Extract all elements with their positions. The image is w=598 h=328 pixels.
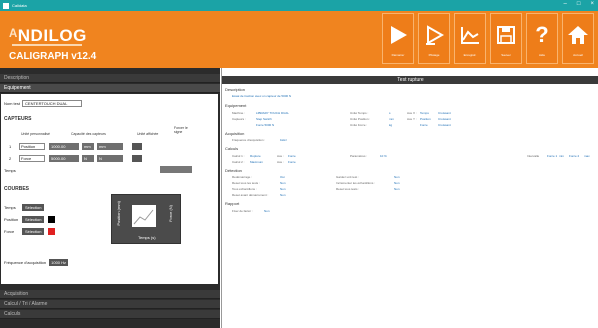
capacity-select[interactable]: 1000.00 (49, 142, 79, 150)
description-heading: Description (225, 87, 246, 92)
test-title: Test rupture (222, 76, 598, 84)
capteur-name-field[interactable]: Force (19, 154, 45, 162)
main-toolbar: Démarrer Pilotage Enregistr. Sauver ? Ai… (382, 13, 594, 64)
app-header: ᴬNDILOG CALIGRAPH v12.4 Démarrer Pilotag… (0, 11, 598, 68)
temps-label: Temps (4, 168, 16, 173)
section-calcul-tri[interactable]: Calcul / Tri / Alarme (0, 300, 220, 309)
brand-logo: ᴬNDILOG (9, 26, 87, 45)
start-button[interactable]: Démarrer (382, 13, 414, 64)
product-name: CALIGRAPH v12.4 (9, 51, 97, 62)
unit-select[interactable]: N (82, 154, 94, 162)
play-icon (386, 23, 410, 47)
help-button[interactable]: ? Aide (526, 13, 558, 64)
calculs-heading: Calculs (225, 146, 239, 151)
section-acquisition[interactable]: Acquisition (0, 290, 220, 299)
unit-shown-select[interactable]: N (97, 154, 123, 162)
save-icon (494, 23, 518, 47)
col-force-sign: Forcer le signe (174, 126, 188, 134)
window-controls: – □ × (564, 1, 594, 7)
select-button[interactable]: Sélection (22, 204, 45, 211)
select-button[interactable]: Sélection (22, 228, 45, 235)
help-icon: ? (535, 22, 549, 47)
maximize-button[interactable]: □ (577, 1, 581, 7)
pilot-button[interactable]: Pilotage (418, 13, 450, 64)
capteurs-title: CAPTEURS (4, 116, 32, 122)
col-unit-shown: Unité affichée (137, 132, 159, 136)
courbes-title: COURBES (4, 186, 30, 192)
section-equipement[interactable]: Equipement (0, 84, 220, 93)
acquisition-heading: Acquisition (225, 131, 245, 136)
section-description[interactable]: Description (0, 74, 220, 83)
capteur-name-field[interactable]: Position (19, 142, 45, 150)
rapport-heading: Rapport (225, 201, 240, 206)
force-sign-toggle[interactable] (132, 142, 142, 150)
temps-unit-box[interactable] (160, 166, 192, 173)
unit-select[interactable]: mm (82, 142, 94, 150)
courbe-row: Position Sélection (4, 216, 56, 223)
equipement-panel: Nom test CENTERTOUCH DUAL CAPTEURS Unité… (1, 94, 218, 284)
test-name-row: Nom test CENTERTOUCH DUAL (4, 100, 83, 107)
brand-tagline (12, 44, 82, 46)
step-play-icon (422, 23, 446, 47)
chart-icon (458, 23, 482, 47)
section-calculs[interactable]: Calculs (0, 310, 220, 319)
detection-heading: Détection (225, 168, 242, 173)
close-button[interactable]: × (590, 1, 594, 7)
record-button[interactable]: Enregistr. (454, 13, 486, 64)
color-swatch[interactable] (48, 216, 56, 223)
select-button[interactable]: Sélection (22, 216, 45, 223)
preview-plot (132, 205, 156, 227)
color-swatch[interactable] (48, 228, 56, 235)
rapport-text: Fixer de factor : (232, 209, 253, 213)
right-panel: Test rupture Description Essai de tracti… (221, 68, 598, 328)
minimize-button[interactable]: – (564, 1, 567, 7)
window-titlebar: Calidata – □ × (0, 0, 598, 11)
col-capacity: Capacité des capteurs (71, 132, 106, 136)
equipement-heading: Equipement (225, 103, 247, 108)
preview-right-label: Force (N) (168, 205, 173, 222)
capacity-select[interactable]: 5000.00 (49, 154, 79, 162)
freq-row: Fréquence d'acquisition 1000 Hz (4, 259, 69, 266)
acquisition-text: Fréquence d'acquisition : (232, 138, 266, 142)
rapport-value: Non (264, 209, 270, 213)
capteur-row: 2 Force 5000.00 N N (9, 154, 142, 162)
acquisition-value: 1kHz (280, 138, 287, 142)
force-sign-toggle[interactable] (132, 154, 142, 162)
left-panel: Description Equipement Nom test CENTERTO… (0, 68, 220, 328)
home-icon (566, 23, 590, 47)
preview-bottom-label: Temps (s) (138, 235, 156, 240)
preview-left-label: Position (mm) (116, 201, 121, 226)
courbe-row: Force Sélection (4, 228, 56, 235)
freq-label: Fréquence d'acquisition (4, 260, 47, 265)
save-button[interactable]: Sauver (490, 13, 522, 64)
capteur-row: 1 Position 1000.00 mm mm (9, 142, 142, 150)
test-name-input[interactable]: CENTERTOUCH DUAL (22, 100, 83, 107)
col-unit-custom: Unité personnalisé (21, 132, 50, 136)
description-text: Essai de traction avec un capteur de 500… (232, 94, 292, 98)
app-icon (3, 2, 9, 9)
unit-shown-select[interactable]: mm (97, 142, 123, 150)
curve-preview: Position (mm) Force (N) Temps (s) (111, 194, 181, 244)
freq-select[interactable]: 1000 Hz (49, 259, 69, 266)
courbe-row: Temps Sélection (4, 204, 45, 211)
test-name-label: Nom test (4, 101, 21, 106)
window-title: Calidata (12, 3, 27, 8)
home-button[interactable]: Accueil (562, 13, 594, 64)
